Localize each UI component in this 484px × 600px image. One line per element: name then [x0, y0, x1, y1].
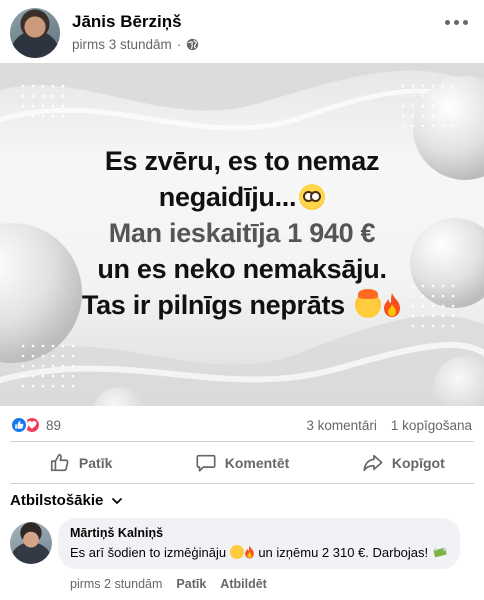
comment-count[interactable]: 3 komentāri: [306, 418, 377, 433]
share-count[interactable]: 1 kopīgošana: [391, 418, 472, 433]
caption-line-3: Man ieskaitīja 1 940 €: [108, 218, 376, 248]
share-arrow-icon: [363, 454, 383, 472]
comment-meta: pirms 2 stundām Patīk Atbildēt: [70, 577, 267, 591]
comment-time[interactable]: pirms 2 stundām: [70, 577, 162, 591]
comment-button[interactable]: Komentēt: [161, 444, 322, 482]
caption-line-4: un es neko nemaksāju.: [97, 254, 387, 284]
comment-sort-label: Atbilstošākie: [10, 492, 104, 509]
like-reaction-icon: [10, 416, 28, 434]
like-label: Patīk: [78, 455, 113, 471]
globe-icon: [187, 38, 199, 51]
divider: [10, 441, 474, 442]
commenter-avatar[interactable]: [10, 522, 52, 564]
reaction-count: 89: [46, 417, 62, 433]
comment-bubble: Mārtiņš Kalniņš Es arī šodien to izmēģin…: [58, 518, 460, 569]
author-avatar[interactable]: [10, 8, 60, 58]
share-button[interactable]: Kopīgot: [323, 444, 484, 482]
comment-reply-button[interactable]: Atbildēt: [220, 577, 267, 591]
caption-line-5: Tas ir pilnīgs neprāts: [0, 287, 484, 323]
reactions-summary[interactable]: 89: [10, 416, 61, 434]
chevron-down-icon: [112, 497, 123, 504]
image-caption: Es zvēru, es to nemaz negaidīju... Man i…: [0, 143, 484, 323]
post-time[interactable]: pirms 3 stundām: [72, 37, 172, 52]
caption-line-2: negaidīju...: [0, 179, 484, 215]
author-name[interactable]: Jānis Bērziņš: [72, 12, 182, 32]
grinning-emoji-icon: [229, 545, 244, 559]
caption-line-1: Es zvēru, es to nemaz: [104, 146, 380, 176]
comment-text-part-2: un izņēmu 2 310 €. Darbojas!: [254, 545, 432, 560]
comment-text: Es arī šodien to izmēģināju un izņēmu 2 …: [70, 545, 448, 560]
comment-text-part-1: Es arī šodien to izmēģināju: [70, 545, 230, 560]
thumbs-up-icon: [50, 453, 69, 472]
caption-line-5-text: Tas ir pilnīgs neprāts: [81, 290, 345, 320]
post-meta: pirms 3 stundām ·: [72, 37, 199, 52]
comment-label: Komentēt: [224, 455, 290, 471]
reaction-stats: 89 3 komentāri 1 kopīgošana: [0, 410, 484, 440]
comment-like-button[interactable]: Patīk: [176, 577, 206, 591]
caption-line-2-text: negaidīju...: [158, 182, 297, 212]
post-actions: Patīk Komentēt Kopīgot: [0, 444, 484, 482]
comment-icon: [196, 454, 216, 472]
divider: [10, 483, 474, 484]
post-header: Jānis Bērziņš pirms 3 stundām ·: [0, 0, 484, 62]
share-label: Kopīgot: [391, 455, 445, 471]
engagement-counts: 3 komentāri 1 kopīgošana: [306, 418, 472, 433]
commenter-name[interactable]: Mārtiņš Kalniņš: [70, 526, 448, 540]
exploding-head-emoji-icon: [355, 289, 382, 318]
fire-emoji-icon: [384, 293, 401, 317]
meta-separator: ·: [176, 37, 182, 52]
like-button[interactable]: Patīk: [0, 444, 161, 482]
post-image[interactable]: Es zvēru, es to nemaz negaidīju... Man i…: [0, 63, 484, 406]
comment-sort-dropdown[interactable]: Atbilstošākie: [10, 492, 123, 509]
more-options-icon[interactable]: [443, 14, 470, 31]
fire-emoji-icon: [244, 545, 254, 559]
flushed-emoji-icon: [299, 184, 326, 210]
money-wings-emoji-icon: [432, 547, 447, 558]
